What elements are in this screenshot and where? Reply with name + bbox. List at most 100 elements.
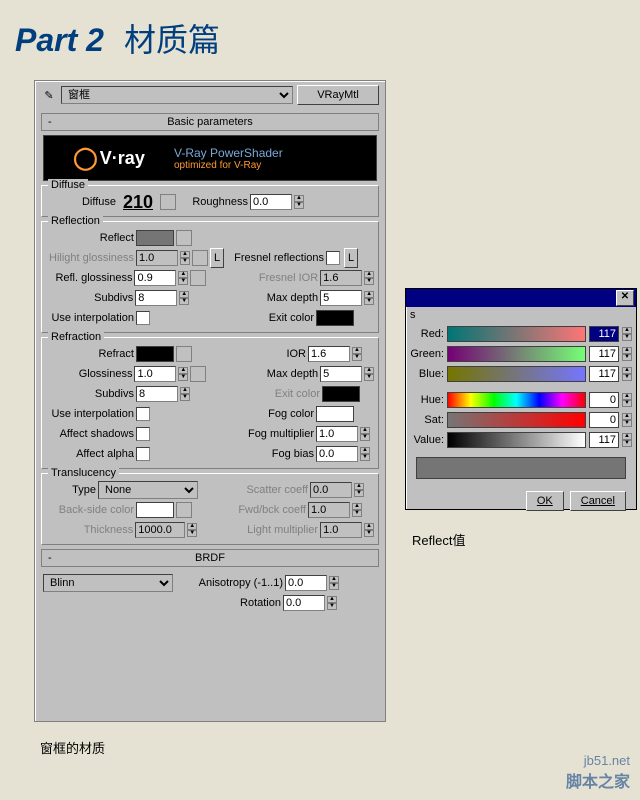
hue-slider[interactable] xyxy=(447,392,586,408)
picker-s-label: s xyxy=(406,307,636,323)
rollout-brdf[interactable]: -BRDF xyxy=(41,549,379,567)
fog-mult-label: Fog multiplier xyxy=(222,428,314,440)
sat-slider[interactable] xyxy=(447,412,586,428)
backside-map-button[interactable] xyxy=(176,502,192,518)
fog-bias-input[interactable] xyxy=(316,446,358,462)
refl-gloss-map-button[interactable] xyxy=(190,270,206,286)
spinner[interactable]: ▲▼ xyxy=(622,347,632,361)
sat-input[interactable] xyxy=(589,412,619,428)
refl-interp-label: Use interpolation xyxy=(46,312,134,324)
refr-exit-label: Exit color xyxy=(228,388,320,400)
brdf-type-select[interactable]: Blinn xyxy=(43,574,173,592)
watermark: jb51.net 脚本之家 xyxy=(566,753,630,792)
spinner[interactable]: ▲▼ xyxy=(364,523,374,537)
refr-interp-checkbox[interactable] xyxy=(136,407,150,421)
lightmult-input[interactable] xyxy=(320,522,362,538)
spinner[interactable]: ▲▼ xyxy=(352,347,362,361)
value-slider[interactable] xyxy=(447,432,586,448)
spinner[interactable]: ▲▼ xyxy=(360,447,370,461)
spinner[interactable]: ▲▼ xyxy=(180,387,190,401)
fresnel-label: Fresnel reflections xyxy=(232,252,324,264)
refr-maxdepth-input[interactable] xyxy=(320,366,362,382)
reflect-map-button[interactable] xyxy=(176,230,192,246)
reflect-label: Reflect xyxy=(46,232,134,244)
affect-alpha-checkbox[interactable] xyxy=(136,447,150,461)
refr-exit-swatch[interactable] xyxy=(322,386,360,402)
blue-slider[interactable] xyxy=(447,366,586,382)
fog-color-swatch[interactable] xyxy=(316,406,354,422)
spinner[interactable]: ▲▼ xyxy=(179,291,189,305)
refr-gloss-input[interactable] xyxy=(134,366,176,382)
pick-icon[interactable]: ✎ xyxy=(41,89,57,102)
affect-shadows-checkbox[interactable] xyxy=(136,427,150,441)
blue-label: Blue: xyxy=(410,368,444,380)
fresnel-ior-input[interactable] xyxy=(320,270,362,286)
refr-maxdepth-label: Max depth xyxy=(228,368,318,380)
spinner[interactable]: ▲▼ xyxy=(622,413,632,427)
spinner[interactable]: ▲▼ xyxy=(622,367,632,381)
roughness-input[interactable] xyxy=(250,194,292,210)
refl-interp-checkbox[interactable] xyxy=(136,311,150,325)
diffuse-map-button[interactable] xyxy=(160,194,176,210)
spinner[interactable]: ▲▼ xyxy=(622,327,632,341)
spinner[interactable]: ▲▼ xyxy=(327,596,337,610)
ok-button[interactable]: OK xyxy=(526,491,564,511)
roughness-spinner[interactable]: ▲▼ xyxy=(294,195,304,209)
reflect-color-swatch[interactable] xyxy=(136,230,174,246)
group-refraction: Refraction RefractIOR▲▼ Glossiness▲▼Max … xyxy=(41,337,379,469)
group-reflection: Reflection Reflect Hilight glossiness▲▼L… xyxy=(41,221,379,333)
refract-swatch[interactable] xyxy=(136,346,174,362)
spinner[interactable]: ▲▼ xyxy=(187,523,197,537)
hilight-gloss-input[interactable] xyxy=(136,250,178,266)
red-slider[interactable] xyxy=(447,326,586,342)
spinner[interactable]: ▲▼ xyxy=(364,367,374,381)
thickness-input[interactable] xyxy=(135,522,185,538)
scatter-input[interactable] xyxy=(310,482,352,498)
hilight-map-button[interactable] xyxy=(192,250,208,266)
spinner[interactable]: ▲▼ xyxy=(329,576,339,590)
rollout-basic-parameters[interactable]: -Basic parameters xyxy=(41,113,379,131)
rotation-input[interactable] xyxy=(283,595,325,611)
refr-gloss-map-button[interactable] xyxy=(190,366,206,382)
value-input[interactable] xyxy=(589,432,619,448)
trans-type-select[interactable]: None xyxy=(98,481,198,499)
dialog-titlebar[interactable]: ✕ xyxy=(406,289,636,307)
fog-mult-input[interactable] xyxy=(316,426,358,442)
spinner[interactable]: ▲▼ xyxy=(354,483,364,497)
ior-input[interactable] xyxy=(308,346,350,362)
spinner[interactable]: ▲▼ xyxy=(178,271,188,285)
spinner[interactable]: ▲▼ xyxy=(178,367,188,381)
refl-maxdepth-label: Max depth xyxy=(227,292,318,304)
spinner[interactable]: ▲▼ xyxy=(352,503,362,517)
refr-subdivs-input[interactable] xyxy=(136,386,178,402)
material-name-dropdown[interactable]: 窗框 xyxy=(61,86,293,104)
green-slider[interactable] xyxy=(447,346,586,362)
cancel-button[interactable]: Cancel xyxy=(570,491,626,511)
refl-exit-swatch[interactable] xyxy=(316,310,354,326)
value-label: Value: xyxy=(410,434,444,446)
material-type-button[interactable]: VRayMtl xyxy=(297,85,379,105)
spinner[interactable]: ▲▼ xyxy=(364,271,374,285)
close-icon[interactable]: ✕ xyxy=(616,290,634,306)
fresnel-checkbox[interactable] xyxy=(326,251,340,265)
red-input[interactable] xyxy=(589,326,619,342)
refract-map-button[interactable] xyxy=(176,346,192,362)
backside-swatch[interactable] xyxy=(136,502,174,518)
fresnel-ior-label: Fresnel IOR xyxy=(228,272,318,284)
green-input[interactable] xyxy=(589,346,619,362)
blue-input[interactable] xyxy=(589,366,619,382)
hue-input[interactable] xyxy=(589,392,619,408)
spinner[interactable]: ▲▼ xyxy=(622,393,632,407)
l-button[interactable]: L xyxy=(210,248,224,268)
fwdbck-input[interactable] xyxy=(308,502,350,518)
refr-interp-label: Use interpolation xyxy=(46,408,134,420)
spinner[interactable]: ▲▼ xyxy=(360,427,370,441)
spinner[interactable]: ▲▼ xyxy=(622,433,632,447)
spinner[interactable]: ▲▼ xyxy=(364,291,374,305)
spinner[interactable]: ▲▼ xyxy=(180,251,190,265)
refl-subdivs-input[interactable] xyxy=(135,290,177,306)
aniso-input[interactable] xyxy=(285,575,327,591)
refl-maxdepth-input[interactable] xyxy=(320,290,362,306)
fresnel-l-button[interactable]: L xyxy=(344,248,358,268)
refl-gloss-input[interactable] xyxy=(134,270,176,286)
